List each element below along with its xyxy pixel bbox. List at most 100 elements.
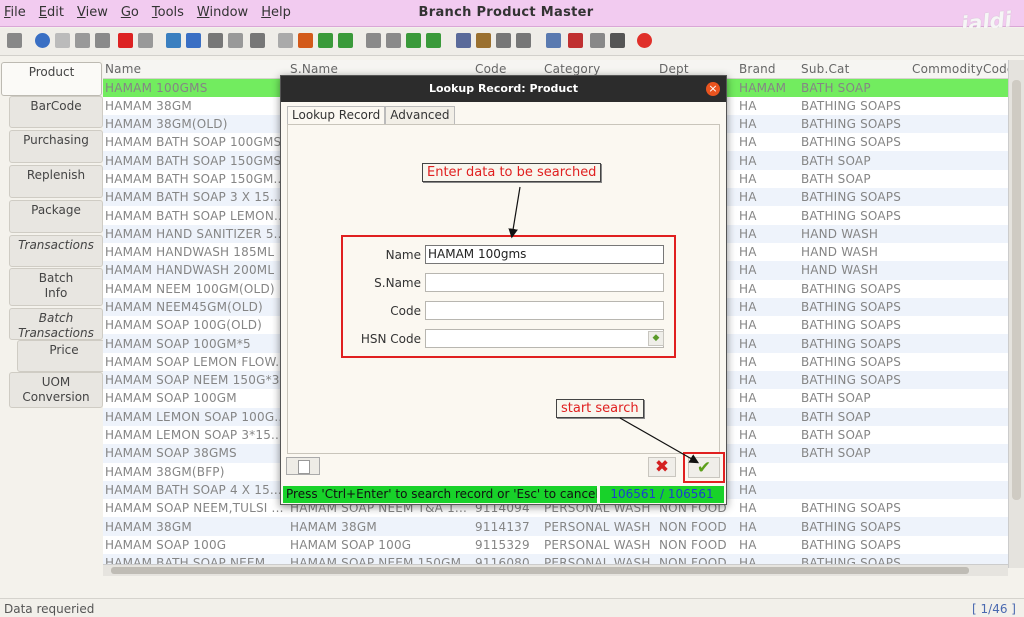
zoom-icon[interactable] bbox=[250, 33, 265, 48]
table-cell: HAMAM HAND SANITIZER 5... bbox=[103, 224, 288, 243]
zoom-in-icon[interactable] bbox=[546, 33, 561, 48]
cancel-button[interactable]: ✖ bbox=[648, 457, 676, 477]
ok-button[interactable]: ✔ bbox=[688, 457, 720, 478]
group-icon[interactable] bbox=[516, 33, 531, 48]
table-cell bbox=[910, 316, 1008, 335]
product-icon[interactable] bbox=[590, 33, 605, 48]
horizontal-scroll-thumb[interactable] bbox=[111, 567, 969, 574]
table-cell: HAMAM NEEM 100GM(OLD) bbox=[103, 279, 288, 298]
table-cell: HAMAM BATH SOAP 100GMS bbox=[103, 133, 288, 152]
hsn-input[interactable] bbox=[425, 329, 664, 348]
report-icon[interactable] bbox=[456, 33, 471, 48]
name-row: Name HAMAM 100gms bbox=[343, 245, 673, 265]
side-tab-uom-conversion[interactable]: UOM Conversion bbox=[9, 372, 103, 408]
table-cell: HA bbox=[737, 352, 799, 372]
home-icon[interactable] bbox=[298, 33, 313, 48]
table-row[interactable]: HAMAM SOAP 100G HAMAM SOAP 100G 9115329 PER… bbox=[103, 535, 1008, 555]
tab-lookup-record[interactable]: Lookup Record bbox=[287, 106, 386, 125]
table-cell: HAMAM bbox=[737, 78, 799, 97]
callout-start-search: start search bbox=[556, 399, 644, 418]
user-icon[interactable] bbox=[496, 33, 511, 48]
delete-icon[interactable] bbox=[118, 33, 133, 48]
table-cell: BATHING SOAPS bbox=[799, 499, 910, 518]
table-cell: BATHING SOAPS bbox=[799, 334, 910, 353]
hsn-label: HSN Code bbox=[360, 332, 421, 346]
table-cell: BATHING SOAPS bbox=[799, 188, 910, 207]
table-cell: HA bbox=[737, 114, 799, 134]
table-cell: HAMAM SOAP LEMON FLOW... bbox=[103, 352, 288, 372]
table-cell bbox=[910, 133, 1008, 152]
sname-input[interactable] bbox=[425, 273, 664, 292]
settings-icon[interactable] bbox=[610, 33, 625, 48]
side-tab-batch-transactions[interactable]: Batch Transactions bbox=[9, 308, 103, 340]
table-cell: HAMAM BATH SOAP 150GMS bbox=[103, 151, 288, 170]
side-tab-product[interactable]: Product bbox=[1, 62, 102, 96]
side-tab-barcode[interactable]: BarCode bbox=[9, 96, 103, 128]
archive-icon[interactable] bbox=[476, 33, 491, 48]
side-tab-purchasing[interactable]: Purchasing bbox=[9, 130, 103, 163]
table-cell: BATH SOAP bbox=[799, 425, 910, 445]
save-icon[interactable] bbox=[95, 33, 110, 48]
help-icon[interactable] bbox=[35, 33, 50, 48]
table-cell: HA bbox=[737, 389, 799, 408]
column-header[interactable]: CommodityCode bbox=[910, 60, 1008, 79]
table-cell bbox=[910, 517, 1008, 536]
workflow-icon[interactable] bbox=[568, 33, 583, 48]
print-icon[interactable] bbox=[138, 33, 153, 48]
last-icon[interactable] bbox=[426, 33, 441, 48]
options-button[interactable] bbox=[286, 457, 320, 475]
vertical-scroll-thumb[interactable] bbox=[1012, 80, 1021, 500]
prev-icon[interactable] bbox=[318, 33, 333, 48]
sname-label: S.Name bbox=[374, 276, 421, 290]
first-icon[interactable] bbox=[366, 33, 381, 48]
table-row[interactable]: HAMAM 38GM HAMAM 38GM 9114137 PERSONAL WASH… bbox=[103, 517, 1008, 536]
side-tab-batch-info[interactable]: Batch Info bbox=[9, 268, 103, 306]
new-icon[interactable] bbox=[55, 33, 70, 48]
table-cell: HA bbox=[737, 188, 799, 207]
tab-advanced[interactable]: Advanced bbox=[385, 106, 455, 125]
column-header[interactable]: Sub.Cat bbox=[799, 60, 910, 79]
find-icon[interactable] bbox=[186, 33, 201, 48]
table-cell bbox=[910, 188, 1008, 207]
table-cell: HA bbox=[737, 242, 799, 262]
side-tab-replenish[interactable]: Replenish bbox=[9, 165, 103, 198]
dialog-close-icon[interactable]: × bbox=[706, 82, 720, 96]
table-cell: BATHING SOAPS bbox=[799, 206, 910, 225]
undo-icon[interactable] bbox=[7, 33, 22, 48]
column-header[interactable]: Brand bbox=[737, 60, 799, 79]
horizontal-scrollbar[interactable] bbox=[103, 564, 1008, 576]
hsn-lookup-icon[interactable]: ◆ bbox=[648, 331, 664, 346]
column-header[interactable]: Name bbox=[103, 60, 288, 79]
title-bar: File Edit View Go Tools Window Help Branch Pro… bbox=[0, 0, 1024, 37]
refresh-icon[interactable] bbox=[166, 33, 181, 48]
stop-icon[interactable] bbox=[278, 33, 293, 48]
table-cell: HA bbox=[737, 462, 799, 481]
lookup-dialog: Lookup Record: Product × Lookup Record A… bbox=[280, 75, 727, 505]
name-input[interactable]: HAMAM 100gms bbox=[425, 245, 664, 264]
table-cell: BATHING SOAPS bbox=[799, 316, 910, 335]
vertical-scrollbar[interactable] bbox=[1008, 60, 1024, 568]
code-input[interactable] bbox=[425, 301, 664, 320]
table-cell: BATH SOAP bbox=[799, 407, 910, 426]
copy-icon[interactable] bbox=[75, 33, 90, 48]
table-cell bbox=[910, 279, 1008, 298]
code-label: Code bbox=[390, 304, 421, 318]
toolbar bbox=[0, 28, 1024, 56]
up-icon[interactable] bbox=[386, 33, 401, 48]
attach-icon[interactable] bbox=[208, 33, 223, 48]
next-icon[interactable] bbox=[338, 33, 353, 48]
record-pager[interactable]: [ 1/46 ] bbox=[972, 602, 1016, 616]
table-cell: HAMAM BATH SOAP 150GM.. bbox=[103, 169, 288, 189]
side-tab-transactions[interactable]: Transactions bbox=[9, 235, 103, 267]
down-icon[interactable] bbox=[406, 33, 421, 48]
side-tab-price[interactable]: Price bbox=[17, 340, 111, 372]
table-cell bbox=[799, 462, 910, 481]
close-icon[interactable] bbox=[637, 33, 652, 48]
table-cell bbox=[910, 462, 1008, 481]
table-cell bbox=[910, 297, 1008, 317]
window-title: Branch Product Master bbox=[418, 5, 594, 20]
table-cell: BATH SOAP bbox=[799, 169, 910, 189]
comment-icon[interactable] bbox=[228, 33, 243, 48]
side-tab-package[interactable]: Package bbox=[9, 200, 103, 233]
table-cell: HAMAM LEMON SOAP 3*15... bbox=[103, 425, 288, 445]
